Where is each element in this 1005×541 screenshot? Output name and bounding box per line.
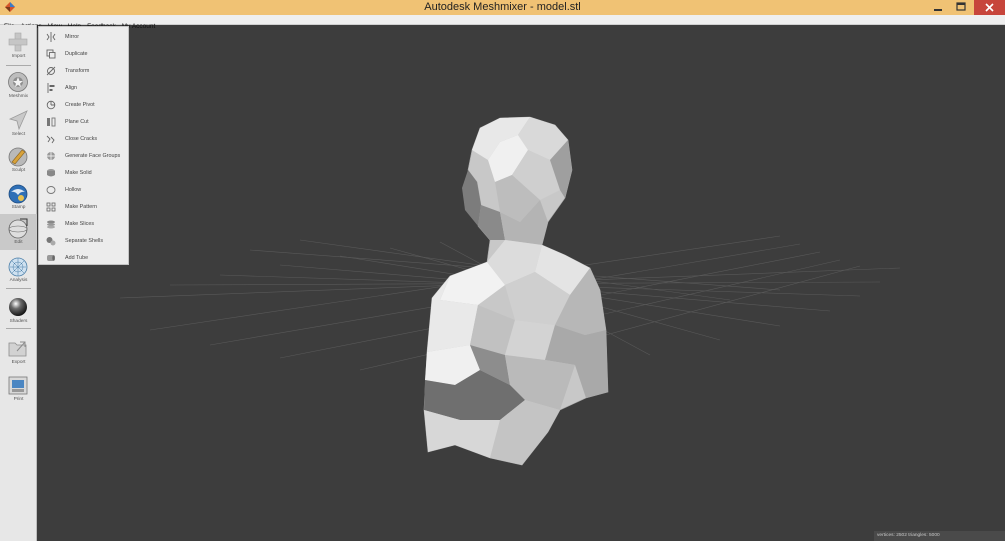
shaders-tool[interactable]: Shaders [0, 293, 37, 329]
edit-make-pattern[interactable]: Make Pattern [39, 199, 130, 215]
face-groups-icon [47, 152, 55, 160]
import-plus-icon [8, 32, 28, 52]
tube-icon [47, 255, 55, 261]
separate-shells-icon [46, 237, 56, 246]
minimize-icon [934, 9, 942, 11]
export-folder-icon [8, 341, 27, 357]
minimize-button[interactable] [927, 0, 949, 15]
edit-transform[interactable]: Transform [39, 63, 130, 79]
edit-make-solid[interactable]: Make Solid [39, 165, 130, 181]
edit-tool[interactable]: Edit [0, 214, 37, 250]
print-tool[interactable]: Print [0, 371, 37, 407]
edit-menu-panel: Mirror Duplicate Transform Align Create … [38, 26, 129, 265]
low-poly-bust-model [423, 116, 609, 466]
edit-sphere-icon [8, 218, 28, 239]
mesh-stats-status: vertices: 2502 triangles: 5000 [874, 531, 1005, 541]
stamp-tool[interactable]: Stamp [0, 179, 37, 215]
edit-generate-face-groups[interactable]: Generate Face Groups [39, 148, 130, 164]
align-icon [47, 83, 55, 93]
analysis-tool[interactable]: Analysis [0, 252, 37, 288]
3d-viewport[interactable]: vertices: 2502 triangles: 5000 [38, 26, 1005, 541]
edit-align[interactable]: Align [39, 80, 130, 96]
window-title: Autodesk Meshmixer - model.stl [424, 1, 581, 13]
import-tool[interactable]: Import [0, 28, 37, 64]
edit-make-slices[interactable]: Make Slices [39, 216, 130, 232]
export-tool[interactable]: Export [0, 334, 37, 370]
meshmix-icon [8, 72, 28, 92]
menu-bar: FileActionsViewHelpFeedbackMy Account [0, 15, 1005, 30]
toolbar-divider [6, 288, 31, 289]
restore-button[interactable] [950, 0, 972, 15]
edit-separate-shells[interactable]: Separate Shells [39, 233, 130, 249]
edit-mirror[interactable]: Mirror [39, 29, 130, 45]
edit-plane-cut[interactable]: Plane Cut [39, 114, 130, 130]
close-button[interactable] [974, 0, 1005, 15]
left-toolbar: Import Meshmix Select Sculpt Stamp Edit … [0, 25, 37, 541]
plane-cut-icon [47, 117, 56, 127]
stamp-icon [8, 184, 28, 204]
toolbar-divider [6, 65, 31, 66]
toolbar-divider [6, 328, 31, 329]
sculpt-tool[interactable]: Sculpt [0, 142, 37, 178]
edit-close-cracks[interactable]: Close Cracks [39, 131, 130, 147]
edit-duplicate[interactable]: Duplicate [39, 46, 130, 62]
duplicate-icon [46, 49, 56, 59]
title-bar: Autodesk Meshmixer - model.stl [0, 0, 1005, 15]
edit-hollow[interactable]: Hollow [39, 182, 130, 198]
slices-icon [47, 220, 55, 229]
close-icon [985, 3, 994, 12]
edit-create-pivot[interactable]: Create Pivot [39, 97, 130, 113]
pivot-icon [46, 100, 56, 110]
print-icon [8, 376, 28, 395]
mirror-icon [46, 32, 56, 42]
edit-add-tube[interactable]: Add Tube [39, 250, 130, 266]
sculpt-brush-icon [8, 147, 28, 167]
make-solid-icon [47, 169, 55, 177]
viewport-canvas[interactable] [38, 26, 1005, 541]
restore-icon [956, 2, 966, 11]
pattern-icon [46, 202, 56, 212]
close-cracks-icon [46, 135, 55, 144]
hollow-icon [46, 186, 56, 194]
meshmix-tool[interactable]: Meshmix [0, 68, 37, 104]
transform-icon [46, 66, 56, 76]
analysis-icon [8, 257, 28, 277]
select-arrow-icon [8, 110, 28, 131]
select-tool[interactable]: Select [0, 106, 37, 142]
shaders-sphere-icon [9, 298, 27, 316]
